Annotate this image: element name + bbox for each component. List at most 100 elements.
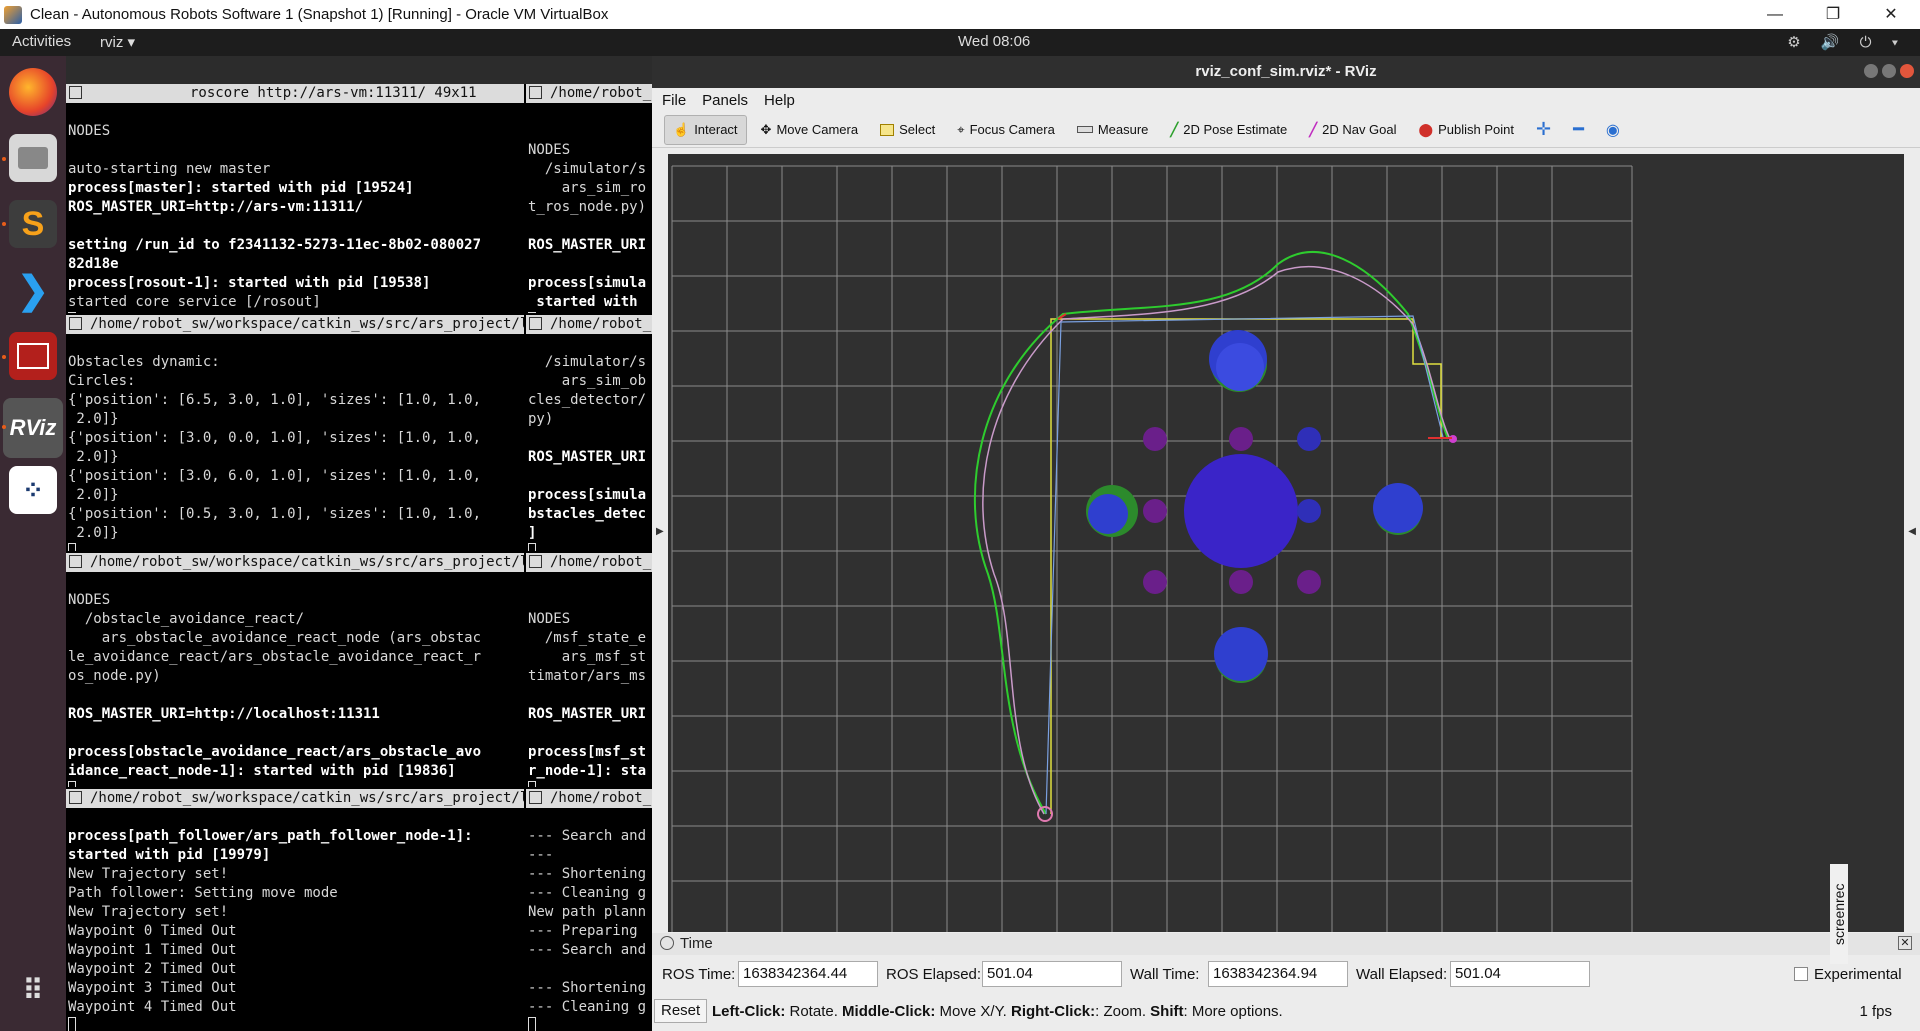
hint-middle-click: Middle-Click: — [842, 1003, 936, 1020]
terminal-header[interactable]: /home/robot_ — [526, 553, 652, 572]
small-obstacle — [1297, 570, 1321, 594]
terminal-header[interactable]: /home/robot_ — [526, 315, 652, 334]
small-obstacle — [1229, 570, 1253, 594]
hint-text: : Zoom. — [1095, 1003, 1151, 1020]
terminal-header[interactable]: /home/robot_sw/workspace/catkin_ws/src/a… — [66, 315, 524, 334]
rviz-maximize-button[interactable] — [1882, 64, 1896, 78]
minus-icon: ━ — [1573, 119, 1584, 139]
terminal-grid-icon — [69, 317, 82, 330]
tool-label: Move Camera — [776, 122, 859, 137]
tool-label: 2D Nav Goal — [1322, 122, 1397, 137]
hand-cursor-icon: ☝ — [673, 121, 690, 137]
terminal-msf-state-estimator[interactable]: /home/robot_ NODES /msf_state_e ars_msf_… — [526, 553, 652, 787]
rviz-minimize-button[interactable] — [1864, 64, 1878, 78]
terminator-icon[interactable] — [9, 332, 57, 380]
map-scene[interactable] — [668, 154, 1904, 932]
firefox-icon[interactable] — [9, 68, 57, 116]
terminal-header[interactable]: /home/robot_ — [526, 789, 652, 808]
ros-elapsed-field[interactable]: 501.04 — [982, 961, 1122, 987]
map-pin-icon: ⬤ — [1418, 121, 1434, 137]
terminal-header[interactable]: /home/robot_sw/workspace/catkin_ws/src/a… — [66, 553, 524, 572]
clock[interactable]: Wed 08:06 — [958, 33, 1030, 50]
screenrec-watermark: screenrec — [1830, 864, 1848, 964]
rviz-title: rviz_conf_sim.rviz* - RViz — [1195, 63, 1377, 80]
view-options-button[interactable]: ◉ — [1598, 115, 1628, 145]
collapse-left-arrow-icon[interactable]: ▶ — [656, 526, 664, 537]
terminal-output: Obstacles dynamic: Circles: {'position': [… — [66, 334, 524, 551]
clock-icon — [660, 936, 674, 950]
restore-button[interactable]: ❐ — [1804, 0, 1862, 29]
app-menu[interactable]: rviz ▾ — [100, 33, 135, 51]
tool-measure[interactable]: Measure — [1069, 115, 1157, 145]
terminal-simulator[interactable]: /home/robot_ NODES /simulator/s ars_sim_… — [526, 84, 652, 313]
running-indicator — [2, 355, 6, 359]
wall-time-field[interactable]: 1638342364.94 — [1208, 961, 1348, 987]
terminal-title: /home/robot_ — [550, 790, 652, 806]
eye-icon: ◉ — [1605, 121, 1620, 139]
menu-panels[interactable]: Panels — [702, 92, 748, 109]
experimental-checkbox[interactable] — [1794, 967, 1808, 981]
3d-viewport[interactable] — [668, 154, 1904, 932]
tool-publish-point[interactable]: ⬤ Publish Point — [1411, 115, 1522, 145]
system-tray[interactable]: ⚙ 🔊 ⏻ ▾ — [1787, 33, 1906, 51]
ros-time-field[interactable]: 1638342364.44 — [738, 961, 878, 987]
menu-file[interactable]: File — [662, 92, 686, 109]
sublime-text-icon[interactable]: S — [9, 200, 57, 248]
obstacle-large — [1184, 454, 1298, 568]
rviz-close-button[interactable] — [1900, 64, 1914, 78]
wall-elapsed-label: Wall Elapsed: — [1356, 966, 1448, 983]
virtualbox-icon — [4, 5, 22, 24]
running-indicator — [2, 425, 6, 429]
small-obstacle — [1143, 570, 1167, 594]
hint-text: Rotate. — [785, 1003, 843, 1020]
terminator-window: roscore http://ars-vm:11311/ 49x11 NODES… — [66, 84, 652, 1031]
wall-elapsed-field[interactable]: 501.04 — [1450, 961, 1590, 987]
terminal-title: roscore http://ars-vm:11311/ 49x11 — [190, 85, 477, 101]
tool-move-camera[interactable]: ✥ Move Camera — [753, 115, 867, 145]
reset-button[interactable]: Reset — [654, 999, 708, 1023]
time-panel-title: Time — [680, 935, 713, 952]
apps-grid-icon[interactable]: ⁘ — [9, 466, 57, 514]
tool-focus-camera[interactable]: ⌖ Focus Camera — [949, 115, 1063, 145]
menu-help[interactable]: Help — [764, 92, 795, 109]
tool-interact[interactable]: ☝ Interact — [664, 114, 747, 145]
vscode-icon[interactable]: ❯ — [9, 266, 57, 314]
small-obstacle — [1143, 499, 1167, 523]
terminal-path-planner[interactable]: /home/robot_ --- Search and --- --- Shorte… — [526, 789, 652, 1031]
terminal-grid-icon — [529, 555, 542, 568]
small-obstacle — [1143, 427, 1167, 451]
collapse-right-arrow-icon[interactable]: ◀ — [1908, 526, 1916, 537]
close-panel-icon[interactable]: ✕ — [1898, 936, 1912, 950]
terminal-output: NODES /msf_state_e ars_msf_st timator/ars… — [526, 572, 652, 787]
terminal-obstacles[interactable]: /home/robot_sw/workspace/catkin_ws/src/a… — [66, 315, 524, 551]
terminal-header[interactable]: /home/robot_ — [526, 84, 652, 103]
terminal-path-follower[interactable]: /home/robot_sw/workspace/catkin_ws/src/a… — [66, 789, 524, 1031]
rviz-icon[interactable]: RViz — [3, 398, 63, 458]
terminal-obstacle-detector[interactable]: /home/robot_ /simulator/s ars_sim_ob cles… — [526, 315, 652, 551]
terminal-output: NODES auto-starting new master process[ma… — [66, 103, 524, 313]
terminal-grid-icon — [69, 86, 82, 99]
files-icon[interactable] — [9, 134, 57, 182]
terminal-header[interactable]: roscore http://ars-vm:11311/ 49x11 — [66, 84, 524, 103]
close-button[interactable]: ✕ — [1862, 0, 1920, 29]
tool-select[interactable]: Select — [872, 115, 943, 145]
ruler-icon — [1076, 126, 1093, 133]
hint-text: : More options. — [1183, 1003, 1283, 1020]
hint-shift: Shift — [1150, 1003, 1184, 1020]
activities-button[interactable]: Activities — [12, 33, 71, 50]
tool-2d-pose-estimate[interactable]: ╱ 2D Pose Estimate — [1162, 115, 1295, 145]
terminal-roscore[interactable]: roscore http://ars-vm:11311/ 49x11 NODES… — [66, 84, 524, 313]
add-tool-button[interactable]: ✛ — [1528, 115, 1559, 145]
show-applications-icon[interactable]: ⠿ — [9, 966, 57, 1014]
time-panel: ROS Time: 1638342364.44 ROS Elapsed: 501… — [652, 960, 1920, 990]
hint-text: Move X/Y. — [935, 1003, 1011, 1020]
obstacle — [1214, 627, 1268, 681]
terminal-header[interactable]: /home/robot_sw/workspace/catkin_ws/src/a… — [66, 789, 524, 808]
terminal-grid-icon — [529, 86, 542, 99]
tool-2d-nav-goal[interactable]: ╱ 2D Nav Goal — [1301, 115, 1404, 145]
terminal-obstacle-avoidance[interactable]: /home/robot_sw/workspace/catkin_ws/src/a… — [66, 553, 524, 787]
purple-arrow-icon: ╱ — [1309, 121, 1318, 137]
tool-label: Focus Camera — [969, 122, 1055, 137]
minimize-button[interactable]: — — [1746, 0, 1804, 29]
remove-tool-button[interactable]: ━ — [1565, 115, 1592, 145]
